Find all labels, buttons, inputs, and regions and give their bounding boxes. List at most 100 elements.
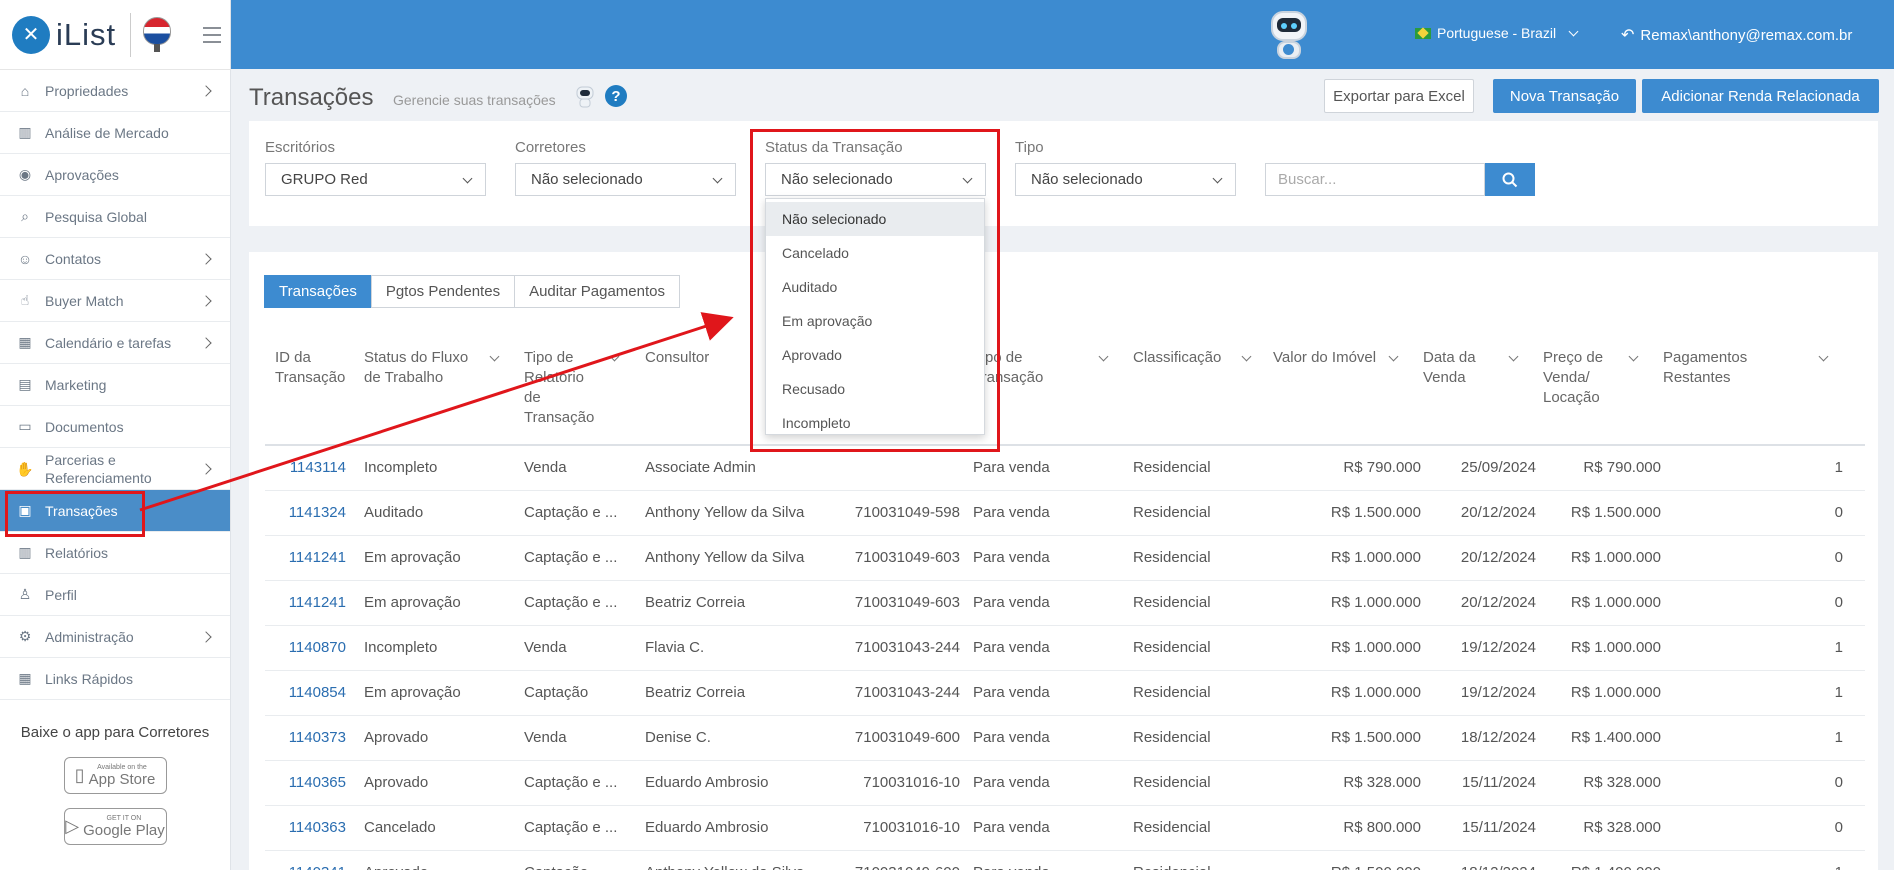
cell-transaction-id[interactable]: 1140363 [265,819,346,836]
table-row[interactable]: 1141241 Em aprovação Captação e ... Anthony… [265,536,1865,581]
sidebar-item-marketing[interactable]: ▤ Marketing [0,364,230,406]
cell-sale-date: 25/09/2024 [1460,459,1536,476]
column-header-classification[interactable]: Classificação [1133,348,1243,368]
app-store-badge[interactable]: ▯ Available on the App Store [63,757,167,794]
cell-code: 710031049-600 [785,864,960,870]
chevron-down-icon[interactable] [1241,351,1252,362]
tab-transactions[interactable]: Transações [264,275,372,308]
cell-transaction-id[interactable]: 1140854 [265,684,346,701]
cell-report-type: Venda [524,729,567,746]
sidebar-item-calendario-e-tarefas[interactable]: ▦ Calendário e tarefas [0,322,230,364]
status-select[interactable]: Não selecionado [765,163,986,196]
sidebar-item-perfil[interactable]: ♙ Perfil [0,574,230,616]
sidebar-item-analise-de-mercado[interactable]: ▥ Análise de Mercado [0,112,230,154]
export-excel-button[interactable]: Exportar para Excel [1324,79,1474,113]
table-row[interactable]: 1140373 Aprovado Venda Denise C. 710031049-6… [265,716,1865,761]
user-menu[interactable]: ↶ Remax\anthony@remax.com.br [1621,25,1852,45]
sidebar-item-contatos[interactable]: ☺ Contatos [0,238,230,280]
cell-property-value: R$ 1.000.000 [1330,594,1421,611]
cell-workflow-status: Auditado [364,504,424,521]
tab-audit-payments[interactable]: Auditar Pagamentos [514,275,680,308]
table-row[interactable]: 1141241 Em aprovação Captação e ... Beatriz… [265,581,1865,626]
status-option[interactable]: Auditado [766,270,984,304]
status-option[interactable]: Recusado [766,372,984,406]
sidebar-item-documentos[interactable]: ▭ Documentos [0,406,230,448]
sidebar-item-transacoes[interactable]: ▣ Transações [0,490,230,537]
sidebar-item-buyer-match[interactable]: ☝ Buyer Match [0,280,230,322]
help-icon[interactable]: ? [605,85,627,107]
table-row[interactable]: 1143114 Incompleto Venda Associate Admin Par… [265,446,1865,491]
cell-transaction-id[interactable]: 1140870 [265,639,346,656]
broker-select[interactable]: Não selecionado [515,163,736,196]
transactions-card: Transações Pgtos Pendentes Auditar Pagam… [249,252,1878,870]
column-header-id[interactable]: ID da Transação [275,348,355,388]
cell-transaction-id[interactable]: 1140373 [265,729,346,746]
chevron-down-icon[interactable] [1098,351,1109,362]
sidebar-item-label: Documentos [45,418,124,435]
search-input[interactable] [1265,163,1485,196]
hamburger-menu-icon[interactable] [203,26,222,43]
cell-property-value: R$ 1.500.000 [1273,864,1421,870]
status-option[interactable]: Incompleto [766,406,984,440]
sidebar-item-administracao[interactable]: ⚙ Administração [0,616,230,658]
user-icon: ♙ [18,586,32,602]
sidebar-item-parcerias-e-referenciamento[interactable]: ✋ Parcerias e Referenciamento [0,448,230,490]
column-header-sale-date[interactable]: Data da Venda [1423,348,1493,388]
logo-text[interactable]: iList [56,17,116,53]
chevron-down-icon[interactable] [1628,351,1639,362]
cell-report-type: Captação e ... [524,594,618,611]
cell-transaction-id[interactable]: 1141324 [265,504,346,521]
ilist-logo-icon[interactable]: ✕ [12,15,50,54]
app-store-text: App Store [88,770,156,788]
cell-remaining-payments: 1 [1834,459,1843,476]
chevron-down-icon[interactable] [609,351,620,362]
table-row[interactable]: 1140854 Em aprovação Captação Beatriz Corre… [265,671,1865,716]
cell-transaction-id[interactable]: 1140341 [265,864,346,870]
column-header-transaction-type[interactable]: Tipo de Transação [973,348,1058,388]
cell-remaining-payments: 1 [1834,729,1843,746]
table-row[interactable]: 1140365 Aprovado Captação e ... Eduardo Amb… [265,761,1865,806]
column-header-property-value[interactable]: Valor do Imóvel [1273,348,1398,368]
office-select[interactable]: GRUPO Red [265,163,486,196]
column-header-workflow[interactable]: Status do Fluxo de Trabalho [364,348,479,388]
cell-transaction-id[interactable]: 1141241 [265,549,346,566]
type-select[interactable]: Não selecionado [1015,163,1236,196]
sidebar-item-propriedades[interactable]: ⌂ Propriedades [0,70,230,112]
robot-help-icon[interactable] [574,85,596,109]
chevron-down-icon [962,173,973,184]
column-header-report-type[interactable]: Tipo de Relatório de Transação [524,348,599,428]
status-option[interactable]: Aprovado [766,338,984,372]
table-row[interactable]: 1140870 Incompleto Venda Flavia C. 710031043… [265,626,1865,671]
cell-classification: Residencial [1133,459,1211,476]
google-play-badge[interactable]: ▷ GET IT ON Google Play [63,808,167,845]
cell-transaction-id[interactable]: 1141241 [265,594,346,611]
sidebar-item-aprovacoes[interactable]: ◉ Aprovações [0,154,230,196]
sidebar-item-links-rapidos[interactable]: ▦ Links Rápidos [0,658,230,700]
status-option[interactable]: Não selecionado [766,202,984,236]
type-filter-label: Tipo [1015,139,1044,156]
tab-pending-payments[interactable]: Pgtos Pendentes [370,275,516,308]
column-header-remaining-payments[interactable]: Pagamentos Restantes [1663,348,1793,388]
table-body: 1143114 Incompleto Venda Associate Admin Par… [265,446,1865,870]
table-row[interactable]: 1140363 Cancelado Captação e ... Eduardo Am… [265,806,1865,851]
chevron-down-icon[interactable] [1508,351,1519,362]
cell-remaining-payments: 0 [1834,819,1843,836]
new-transaction-button[interactable]: Nova Transação [1493,79,1636,113]
table-row[interactable]: 1140341 Aprovado Captação Anthony Yellow da… [265,851,1865,870]
add-related-income-button[interactable]: Adicionar Renda Relacionada [1642,79,1879,113]
search-button[interactable] [1485,163,1535,196]
chevron-down-icon[interactable] [1818,351,1829,362]
column-header-price[interactable]: Preço de Venda/ Locação [1543,348,1618,408]
sidebar-item-pesquisa-global[interactable]: ⌕ Pesquisa Global [0,196,230,238]
cell-transaction-id[interactable]: 1143114 [265,459,346,476]
chevron-down-icon[interactable] [489,351,500,362]
assistant-robot-icon[interactable] [1267,11,1311,59]
column-header-consultant[interactable]: Consultor [645,348,765,368]
table-row[interactable]: 1141324 Auditado Captação e ... Anthony Yel… [265,491,1865,536]
language-selector[interactable]: Portuguese - Brazil [1415,25,1579,41]
status-option[interactable]: Em aprovação [766,304,984,338]
status-option[interactable]: Cancelado [766,236,984,270]
cell-classification: Residencial [1133,819,1211,836]
sidebar-item-relatorios[interactable]: ▥ Relatórios [0,532,230,574]
cell-transaction-id[interactable]: 1140365 [265,774,346,791]
